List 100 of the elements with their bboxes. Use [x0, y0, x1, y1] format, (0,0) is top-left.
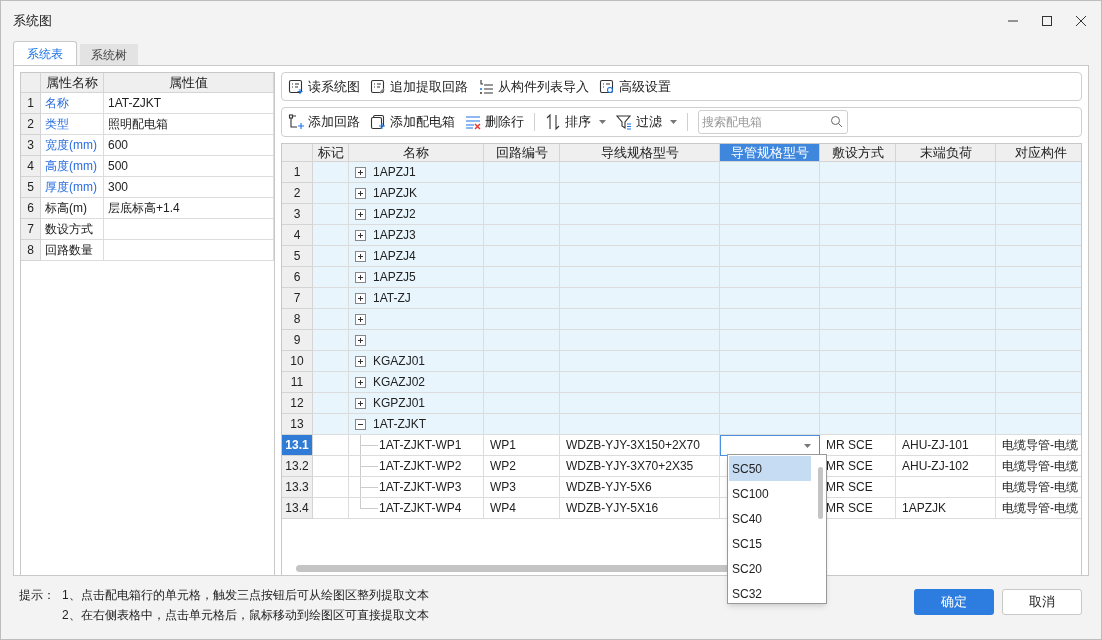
- collapse-icon[interactable]: [355, 418, 366, 430]
- dropdown-option[interactable]: SC32: [729, 581, 811, 606]
- column-header[interactable]: 导管规格型号: [720, 144, 820, 162]
- toolbar-button[interactable]: 删除行: [465, 112, 524, 132]
- tab[interactable]: 系统表: [13, 41, 77, 65]
- toolbar-button[interactable]: 高级设置: [599, 76, 671, 97]
- column-header[interactable]: 回路编号: [484, 144, 560, 162]
- column-header[interactable]: 敷设方式: [820, 144, 896, 162]
- table-cell: WP2: [484, 456, 560, 477]
- expand-icon[interactable]: [355, 397, 366, 409]
- tree-item[interactable]: 1AT-ZJKT-WP1: [379, 436, 462, 454]
- column-header: 属性值: [104, 73, 274, 93]
- tree-item[interactable]: 1APZJK: [373, 184, 417, 202]
- property-name[interactable]: 数设方式: [41, 219, 104, 240]
- toolbar-button[interactable]: 添加配电箱: [370, 112, 455, 132]
- expand-icon[interactable]: [355, 334, 366, 346]
- toolbar-button[interactable]: 添加回路: [288, 112, 360, 132]
- dropdown-option[interactable]: SC50: [729, 456, 811, 481]
- expand-icon[interactable]: [355, 355, 366, 367]
- column-header[interactable]: 对应构件: [996, 144, 1081, 162]
- property-name[interactable]: 宽度(mm): [41, 135, 104, 156]
- tree-item[interactable]: KGPZJ01: [373, 394, 426, 412]
- expand-icon[interactable]: [355, 250, 366, 262]
- property-name[interactable]: 名称: [41, 93, 104, 114]
- property-name[interactable]: 标高(m): [41, 198, 104, 219]
- property-value[interactable]: 照明配电箱: [104, 114, 274, 135]
- tree-item[interactable]: 1APZJ5: [373, 268, 416, 286]
- tree-item[interactable]: 1APZJ4: [373, 247, 416, 265]
- expand-icon[interactable]: [355, 376, 366, 388]
- column-header: 属性名称: [41, 73, 104, 93]
- table-cell: AHU-ZJ-102: [896, 456, 996, 477]
- tree-item[interactable]: 1APZJ1: [373, 163, 416, 181]
- tree-item[interactable]: 1AT-ZJKT-WP2: [379, 457, 462, 475]
- column-header[interactable]: 导线规格型号: [560, 144, 720, 162]
- column-header[interactable]: 名称: [349, 144, 484, 162]
- property-name[interactable]: 类型: [41, 114, 104, 135]
- row-number[interactable]: 7: [282, 288, 313, 309]
- property-name[interactable]: 高度(mm): [41, 156, 104, 177]
- row-number[interactable]: 13.2: [282, 456, 313, 477]
- row-number[interactable]: 3: [282, 204, 313, 225]
- close-icon[interactable]: [1075, 15, 1087, 27]
- dropdown-option[interactable]: SC20: [729, 556, 811, 581]
- expand-icon[interactable]: [355, 166, 366, 178]
- row-number[interactable]: 13.1: [282, 435, 313, 456]
- search-field[interactable]: 搜索配电箱: [698, 110, 848, 134]
- tree-item[interactable]: KGAZJ02: [373, 373, 426, 391]
- tree-item[interactable]: KGAZJ01: [373, 352, 426, 370]
- expand-icon[interactable]: [355, 208, 366, 220]
- row-number[interactable]: 13: [282, 414, 313, 435]
- expand-icon[interactable]: [355, 313, 366, 325]
- toolbar-button[interactable]: 排序: [545, 112, 606, 132]
- row-number[interactable]: 12: [282, 393, 313, 414]
- property-value[interactable]: 500: [104, 156, 274, 177]
- row-number[interactable]: 13.4: [282, 498, 313, 519]
- property-value[interactable]: 层底标高+1.4: [104, 198, 274, 219]
- settings-icon: [599, 78, 615, 95]
- tree-item[interactable]: 1APZJ2: [373, 205, 416, 223]
- property-value[interactable]: 600: [104, 135, 274, 156]
- toolbar-button[interactable]: 追加提取回路: [370, 76, 468, 97]
- dropdown-option[interactable]: SC100: [729, 481, 811, 506]
- table-cell: WP1: [484, 435, 560, 456]
- expand-icon[interactable]: [355, 229, 366, 241]
- property-name[interactable]: 厚度(mm): [41, 177, 104, 198]
- tree-item[interactable]: 1APZJ3: [373, 226, 416, 244]
- toolbar-button[interactable]: 从构件列表导入: [478, 76, 589, 97]
- expand-icon[interactable]: [355, 187, 366, 199]
- confirm-button[interactable]: 确定: [914, 589, 994, 615]
- dropdown-field[interactable]: [720, 435, 820, 456]
- toolbar-button[interactable]: 读系统图: [288, 76, 360, 97]
- tab[interactable]: 系统树: [80, 44, 138, 65]
- row-number[interactable]: 4: [282, 225, 313, 246]
- filter-icon: [616, 114, 632, 130]
- dropdown-option[interactable]: SC15: [729, 531, 811, 556]
- row-number[interactable]: 13.3: [282, 477, 313, 498]
- property-name[interactable]: 回路数量: [41, 240, 104, 261]
- window-title: 系统图: [13, 12, 53, 31]
- row-number[interactable]: 5: [282, 246, 313, 267]
- tree-item[interactable]: 1AT-ZJKT: [373, 415, 427, 433]
- toolbar-button[interactable]: 过滤: [616, 112, 677, 132]
- expand-icon[interactable]: [355, 271, 366, 283]
- row-number[interactable]: 2: [282, 183, 313, 204]
- row-number[interactable]: 8: [282, 309, 313, 330]
- row-number[interactable]: 11: [282, 372, 313, 393]
- row-number[interactable]: 10: [282, 351, 313, 372]
- column-header[interactable]: 标记: [313, 144, 349, 162]
- property-value[interactable]: 300: [104, 177, 274, 198]
- row-number[interactable]: 1: [282, 162, 313, 183]
- tree-item[interactable]: 1AT-ZJKT-WP3: [379, 478, 462, 496]
- dropdown-option[interactable]: SC40: [729, 506, 811, 531]
- column-header[interactable]: 末端负荷: [896, 144, 996, 162]
- cancel-button[interactable]: 取消: [1002, 589, 1082, 615]
- expand-icon[interactable]: [355, 292, 366, 304]
- tree-item[interactable]: 1AT-ZJ: [373, 289, 411, 307]
- row-number[interactable]: 9: [282, 330, 313, 351]
- search-icon[interactable]: [830, 115, 843, 128]
- row-number[interactable]: 6: [282, 267, 313, 288]
- property-value[interactable]: 1AT-ZJKT: [104, 93, 274, 114]
- maximize-icon[interactable]: [1041, 15, 1053, 27]
- caret-icon: [804, 443, 811, 448]
- tree-item[interactable]: 1AT-ZJKT-WP4: [379, 499, 462, 517]
